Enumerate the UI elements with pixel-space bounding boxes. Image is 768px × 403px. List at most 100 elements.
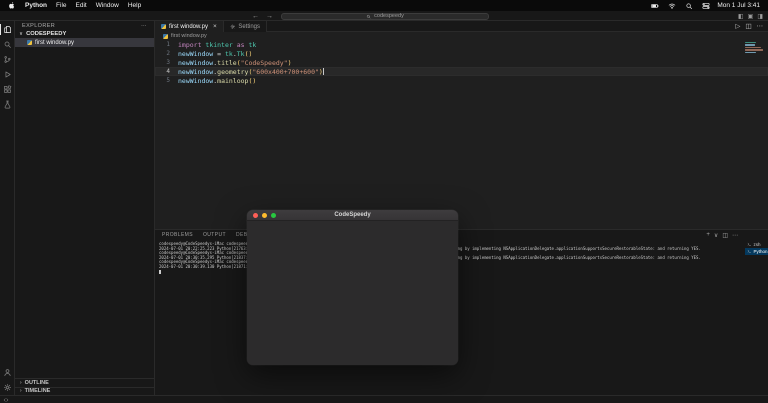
menu-edit[interactable]: Edit [76,2,87,9]
zoom-button[interactable] [271,213,276,218]
more-actions-icon[interactable]: ⋯ [757,22,764,30]
sidebar-section-timeline[interactable]: ›TIMELINE [15,387,154,396]
activitybar-item-testing[interactable] [0,97,15,112]
manage-icon [230,24,236,30]
menu-file[interactable]: File [56,2,66,9]
search-icon[interactable] [685,2,693,10]
section-label: TIMELINE [25,388,51,394]
activitybar-item-source-control[interactable] [0,52,15,67]
back-icon[interactable]: ← [252,13,259,20]
code-line[interactable]: 5newWindow.mainloop() [155,76,768,85]
code-text: newWindow.title("CodeSpeedy") [178,59,292,67]
screen: Python File Edit Window Help Mon 1 Jul 3:41… [0,0,768,403]
code-line[interactable]: 3newWindow.title("CodeSpeedy") [155,58,768,67]
forward-icon[interactable]: → [266,13,273,20]
code-text: newWindow.mainloop() [178,77,256,85]
editor-tabbar: first window.py × Settings ▷ ◫ ⋯ [155,21,768,32]
minimap-line [745,49,763,50]
minimap-line [745,44,755,45]
editor-tab[interactable]: Settings [224,21,267,32]
menu-help[interactable]: Help [128,2,141,9]
activitybar-item-accounts[interactable] [0,365,15,380]
activitybar-item-run-and-debug[interactable] [0,67,15,82]
more-icon[interactable]: ⋯ [732,232,738,239]
text-cursor [323,68,324,75]
split-terminal-icon[interactable]: ◫ [722,232,728,239]
toggle-secondary-sidebar-icon[interactable]: ◨ [757,13,763,20]
close-button[interactable] [253,213,258,218]
editor-tab[interactable]: first window.py × [155,21,224,32]
tkinter-titlebar[interactable]: CodeSpeedy [247,210,458,221]
tab-label: Settings [238,24,260,30]
split-editor-icon[interactable]: ◫ [745,22,751,30]
command-center-search[interactable]: codespeedy [281,13,489,20]
code-line[interactable]: 1import tkinter as tk [155,40,768,49]
apple-menu[interactable] [8,1,16,10]
source-control-icon [3,55,12,64]
new-terminal-icon[interactable]: + [706,232,710,238]
testing-icon [3,100,12,109]
apple-logo-icon [8,1,16,10]
breadcrumb[interactable]: first window.py [155,32,768,40]
section-label: OUTLINE [25,380,49,386]
minimap-line [745,47,761,48]
panel-actions: + ∨ ◫ ⋯ [706,232,766,239]
toggle-primary-sidebar-icon[interactable]: ◧ [738,13,744,20]
activitybar-item-search[interactable] [0,37,15,52]
editor-actions: ▷ ◫ ⋯ [735,21,768,31]
tkinter-window[interactable]: CodeSpeedy [247,210,458,365]
sidebar-title: EXPLORER [22,23,55,29]
activitybar-item-manage[interactable] [0,380,15,395]
toggle-panel-icon[interactable]: ▣ [748,13,754,20]
history-nav: ←→ [252,11,273,21]
remote-indicator[interactable] [3,397,9,403]
terminal-icon [747,249,752,254]
vscode-titlebar: ←→ codespeedy ◧▣◨ [0,11,768,21]
menubar-clock[interactable]: Mon 1 Jul 3:41 [717,2,760,9]
file-name: first window.py [35,40,74,46]
wifi-icon[interactable] [668,2,676,10]
minimap[interactable] [745,42,765,54]
more-actions-icon[interactable]: ⋯ [141,23,147,29]
extensions-icon [3,85,12,94]
python-file-icon [161,24,166,29]
layout-controls: ◧ ▣◨ [738,11,763,21]
sidebar-section-outline[interactable]: ›OUTLINE [15,378,154,387]
menubar-status-area: Mon 1 Jul 3:41 [651,2,760,10]
code-line[interactable]: 2newWindow = tk.Tk() [155,49,768,58]
workspace-folder[interactable]: ∨ CODESPEEDY [15,30,154,38]
manage-icon [3,383,12,392]
file-item[interactable]: first window.py [15,38,154,47]
tkinter-window-body [247,221,458,365]
activitybar-item-extensions[interactable] [0,82,15,97]
terminal-list-item-python[interactable]: Python [745,248,768,255]
panel-tab-problems[interactable]: PROBLEMS [157,230,198,240]
close-icon[interactable]: × [213,23,217,30]
code-lines: 1import tkinter as tk2newWindow = tk.Tk(… [155,40,768,85]
file-list: first window.py [15,38,154,47]
explorer-icon [3,25,12,34]
terminal-list-item-zsh[interactable]: zsh [745,241,768,248]
terminal-profiles-icon[interactable]: ∨ [714,232,718,239]
code-editor[interactable]: 1import tkinter as tk2newWindow = tk.Tk(… [155,40,768,229]
panel-tab-output[interactable]: OUTPUT [198,230,231,240]
workspace-folder-name: CODESPEEDY [26,31,66,37]
menu-window[interactable]: Window [96,2,119,9]
python-file-icon [163,34,168,39]
control-center-icon[interactable] [702,2,710,10]
run-python-file-icon[interactable]: ▷ [735,22,740,30]
line-number: 1 [155,41,175,48]
python-file-icon [27,40,32,45]
activitybar-item-explorer[interactable] [0,22,15,37]
app-menu-python[interactable]: Python [25,2,47,9]
tab-label: first window.py [169,24,208,30]
chevron-right-icon: › [20,380,22,386]
command-center-text: codespeedy [374,13,404,19]
minimize-button[interactable] [262,213,267,218]
code-line[interactable]: 4newWindow.geometry("600x400+700+600") [155,67,768,76]
battery-icon[interactable] [651,2,659,10]
run-and-debug-icon [3,70,12,79]
search-icon [3,40,12,49]
breadcrumb-item[interactable]: first window.py [171,33,207,39]
code-text: import tkinter as tk [178,41,256,49]
